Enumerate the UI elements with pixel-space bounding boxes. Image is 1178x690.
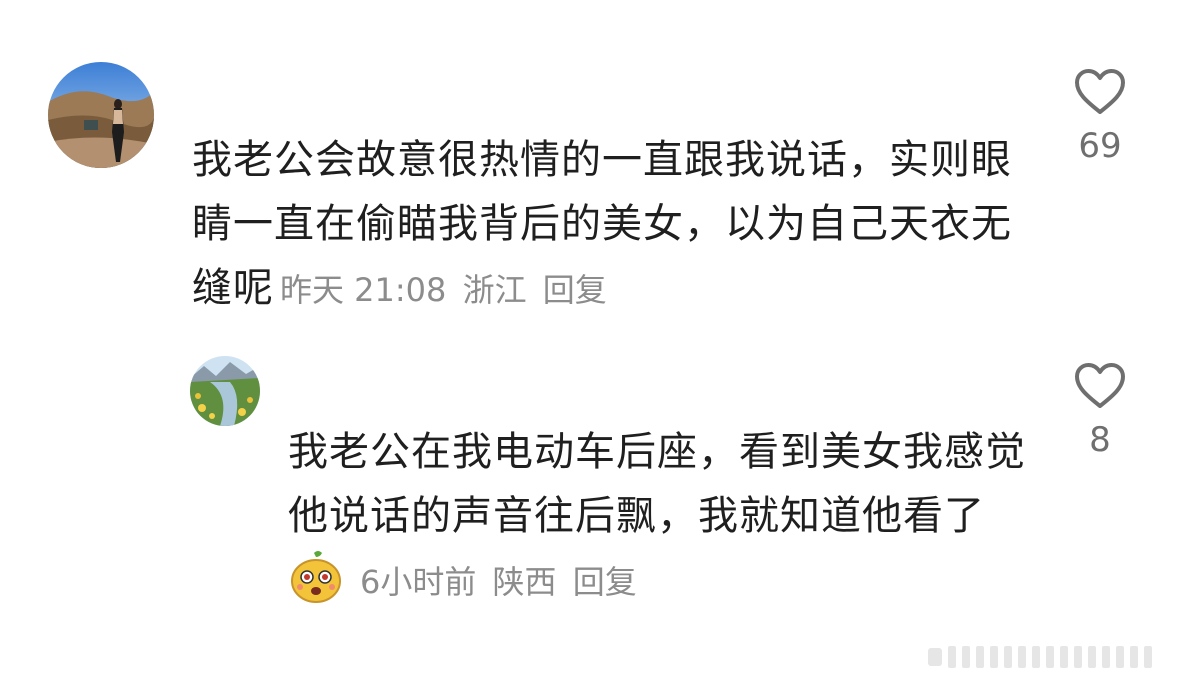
like-button[interactable]: 69 xyxy=(1060,68,1140,166)
comment-location: 浙江 xyxy=(462,271,527,309)
reply-location: 陕西 xyxy=(492,563,557,601)
reply-body: 我老公在我电动车后座，看到美女我感觉他说话的声音往后飘，我就知道他看了 6小时前… xyxy=(288,420,1048,614)
reply-like-button[interactable]: 8 xyxy=(1060,362,1140,460)
commenter-avatar[interactable] xyxy=(48,62,154,168)
comment-thread: 我老公会故意很热情的一直跟我说话，实则眼睛一直在偷瞄我背后的美女，以为自己天衣无… xyxy=(0,0,1178,690)
heart-outline-icon xyxy=(1060,362,1140,410)
heart-outline-icon xyxy=(1060,68,1140,116)
reply-time: 6小时前 xyxy=(360,563,477,601)
comment-meta: 昨天 21:08 浙江 回复 xyxy=(274,271,607,309)
reply-like-count: 8 xyxy=(1089,420,1111,460)
reply-button[interactable]: 回复 xyxy=(543,271,607,309)
reply-text: 我老公在我电动车后座，看到美女我感觉他说话的声音往后飘，我就知道他看了 xyxy=(288,429,1026,539)
watermark xyxy=(928,642,1168,672)
reply-to-reply-button[interactable]: 回复 xyxy=(573,563,637,601)
surprised-face-sticker xyxy=(288,549,344,605)
like-count: 69 xyxy=(1078,126,1122,166)
reply-avatar[interactable] xyxy=(190,356,260,426)
comment-time: 昨天 21:08 xyxy=(280,271,447,309)
comment-body: 我老公会故意很热情的一直跟我说话，实则眼睛一直在偷瞄我背后的美女，以为自己天衣无… xyxy=(192,128,1032,322)
reply-meta: 6小时前 陕西 回复 xyxy=(354,563,637,601)
